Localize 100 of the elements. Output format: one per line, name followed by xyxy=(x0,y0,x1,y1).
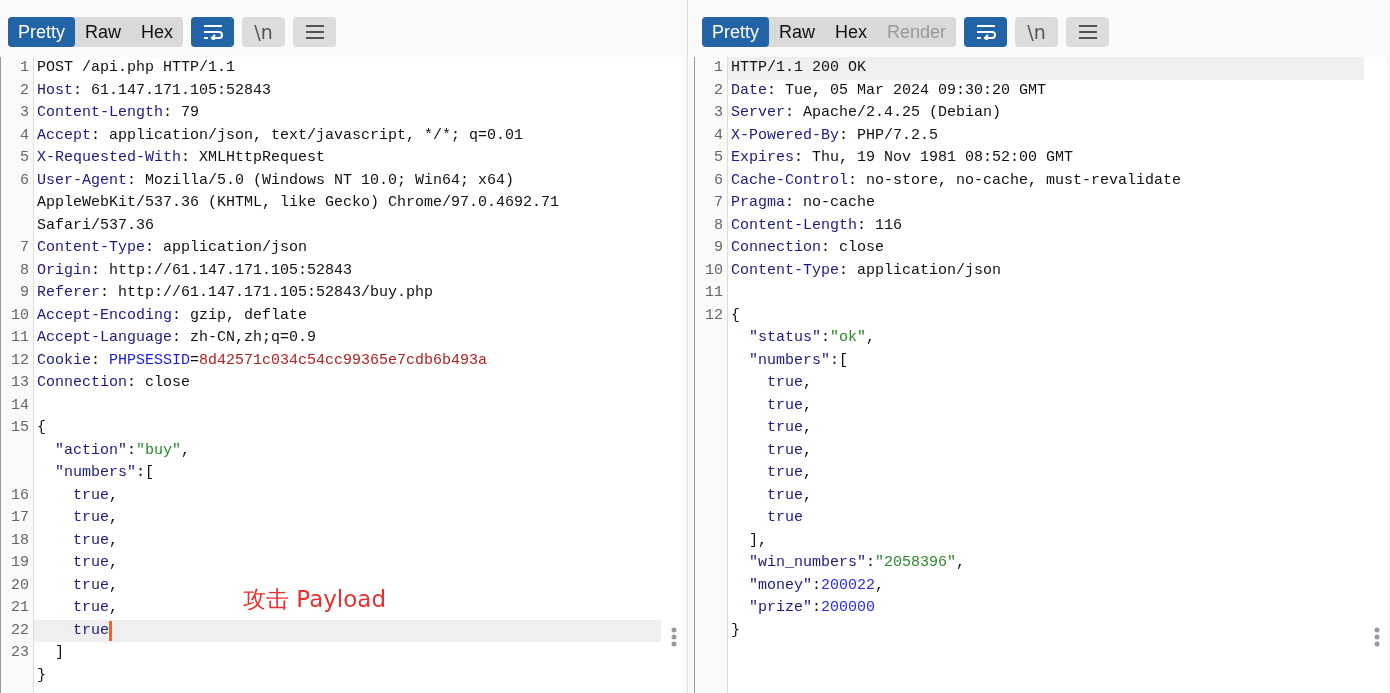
line-number: 1 xyxy=(714,59,723,76)
code-line: { xyxy=(731,305,740,326)
code-line: Cookie: PHPSESSID=8d42571c034c54cc99365e7cdb6b493a xyxy=(37,350,488,371)
menu-icon xyxy=(304,24,325,40)
code-line: true xyxy=(72,620,109,641)
line-number: 10 xyxy=(705,261,723,279)
code-line: true, xyxy=(72,508,119,528)
menu-button[interactable] xyxy=(1066,17,1110,47)
code-line: X-Requested-With: XMLHttpRequest xyxy=(37,148,326,168)
line-number: 3 xyxy=(714,104,723,121)
code-line: Connection: close xyxy=(731,238,885,258)
line-number: 6 xyxy=(20,171,29,189)
code-line: true, xyxy=(72,530,119,551)
code-line: } xyxy=(731,620,740,641)
word-wrap-button[interactable] xyxy=(191,17,235,47)
code-line: Content-Type: application/json xyxy=(731,260,1002,281)
wrap-icon xyxy=(201,24,224,40)
wrap-icon xyxy=(974,24,997,40)
menu-icon xyxy=(1077,24,1098,40)
code-line: "numbers":[ xyxy=(748,350,849,371)
code-line: true, xyxy=(766,418,813,438)
code-line: "status":"ok", xyxy=(748,328,876,348)
code-line: true, xyxy=(72,553,119,573)
line-number: 5 xyxy=(714,149,723,166)
line-number: 14 xyxy=(11,396,29,414)
code-line: Origin: http://61.147.171.105:52843 xyxy=(37,260,353,281)
code-line: Content-Length: 116 xyxy=(731,215,903,236)
line-number: 12 xyxy=(705,306,723,324)
line-number: 2 xyxy=(20,81,29,99)
code-line: Expires: Thu, 19 Nov 1981 08:52:00 GMT xyxy=(731,148,1074,168)
line-number: 1 xyxy=(20,59,29,76)
line-number: 9 xyxy=(714,239,723,256)
line-number: 3 xyxy=(20,104,29,121)
code-line: User-Agent: Mozilla/5.0 (Windows NT 10.0; Win64; x64) xyxy=(37,170,515,191)
line-number: 8 xyxy=(714,216,723,234)
code-line: Accept-Encoding: gzip, deflate xyxy=(37,305,308,326)
code-line: Date: Tue, 05 Mar 2024 09:30:20 GMT xyxy=(731,80,1047,101)
code-line: true, xyxy=(72,598,119,618)
line-number: 7 xyxy=(20,239,29,256)
code-line: Accept: application/json, text/javascript, */*; q=0.01 xyxy=(37,125,524,146)
code-line: Connection: close xyxy=(37,373,191,393)
word-wrap-button[interactable] xyxy=(964,17,1008,47)
code-line: "numbers":[ xyxy=(54,463,155,483)
line-number: 15 xyxy=(11,419,29,436)
code-line: true, xyxy=(766,395,813,416)
code-line: ], xyxy=(748,530,767,551)
view-tab[interactable]: Hex xyxy=(825,17,878,47)
newline-toggle-button[interactable]: \n xyxy=(242,17,286,47)
line-number: 23 xyxy=(11,644,29,661)
view-tab[interactable]: Raw xyxy=(769,17,826,47)
line-number: 4 xyxy=(714,126,723,144)
code-line: Server: Apache/2.4.25 (Debian) xyxy=(731,103,1002,123)
line-number: 4 xyxy=(20,126,29,144)
line-number: 11 xyxy=(11,329,29,346)
line-number: 12 xyxy=(11,351,29,369)
annotation-label: 攻击 Payload xyxy=(243,585,386,614)
newline-toggle-button[interactable]: \n xyxy=(1015,17,1059,47)
code-line: "action":"buy", xyxy=(54,440,191,461)
code-line: Accept-Language: zh-CN,zh;q=0.9 xyxy=(37,328,317,348)
line-number: 5 xyxy=(20,149,29,166)
line-number: 22 xyxy=(11,621,29,639)
code-line: true, xyxy=(72,575,119,596)
view-tab[interactable]: Pretty xyxy=(8,17,75,47)
line-number: 10 xyxy=(11,306,29,324)
line-number: 16 xyxy=(11,486,29,504)
line-number: 6 xyxy=(714,171,723,189)
code-line: POST /api.php HTTP/1.1 xyxy=(37,58,236,78)
code-line: ] xyxy=(54,643,64,663)
code-line: Safari/537.36 xyxy=(37,215,155,236)
more-options-icon[interactable] xyxy=(1374,627,1380,647)
code-line: true, xyxy=(72,485,119,506)
code-line: Cache-Control: no-store, no-cache, must-revalidate xyxy=(731,170,1182,191)
view-tab[interactable]: Pretty xyxy=(702,17,769,47)
line-number: 8 xyxy=(20,261,29,279)
code-line: Referer: http://61.147.171.105:52843/buy.php xyxy=(37,283,434,303)
code-line: Pragma: no-cache xyxy=(731,193,876,213)
code-line: true, xyxy=(766,485,813,506)
view-tab[interactable]: Hex xyxy=(131,17,184,47)
line-number: 13 xyxy=(11,374,29,391)
code-line: "prize":200000 xyxy=(748,598,876,618)
line-number: 11 xyxy=(705,284,723,301)
line-number: 21 xyxy=(11,599,29,616)
line-number: 2 xyxy=(714,81,723,99)
line-number: 9 xyxy=(20,284,29,301)
code-line: true, xyxy=(766,373,813,393)
code-line: true, xyxy=(766,440,813,461)
code-line: { xyxy=(37,418,46,438)
line-number: 7 xyxy=(714,194,723,211)
line-number: 19 xyxy=(11,554,29,571)
line-number: 17 xyxy=(11,509,29,526)
line-number: 20 xyxy=(11,576,29,594)
more-options-icon[interactable] xyxy=(671,627,677,647)
menu-button[interactable] xyxy=(293,17,337,47)
code-line: Content-Length: 79 xyxy=(37,103,200,123)
code-line: "win_numbers":"2058396", xyxy=(748,553,966,573)
code-line: AppleWebKit/537.36 (KHTML, like Gecko) Chrome/97.0.4692.71 xyxy=(37,193,560,213)
code-line: "money":200022, xyxy=(748,575,885,596)
line-number: 18 xyxy=(11,531,29,549)
code-line: true xyxy=(766,508,803,528)
view-tab[interactable]: Raw xyxy=(75,17,132,47)
